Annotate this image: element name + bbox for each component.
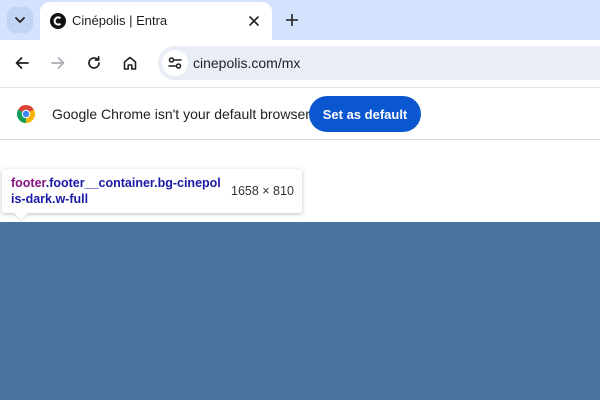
page-content: footer.footer__container.bg-cinepolis-da… [0, 141, 600, 400]
tune-icon [168, 57, 182, 69]
reload-icon [88, 55, 100, 69]
address-bar[interactable]: cinepolis.com/mx [158, 46, 600, 80]
home-icon [123, 56, 137, 70]
infobar-message: Google Chrome isn't your default browser [52, 106, 310, 122]
back-button[interactable] [9, 50, 35, 76]
new-tab-button[interactable] [280, 8, 304, 32]
cinepolis-favicon-icon [50, 13, 66, 29]
url-text[interactable]: cinepolis.com/mx [193, 55, 300, 71]
element-size: 1658 × 810 [231, 184, 294, 198]
tab-search-button[interactable] [7, 7, 33, 33]
browser-toolbar: cinepolis.com/mx [0, 40, 600, 87]
chevron-down-icon [15, 17, 25, 23]
highlighted-footer [0, 222, 600, 400]
reload-button[interactable] [81, 50, 107, 76]
active-tab[interactable]: Cinépolis | Entra [40, 2, 272, 40]
forward-button[interactable] [45, 50, 71, 76]
inspect-tooltip: footer.footer__container.bg-cinepolis-da… [2, 169, 302, 213]
arrow-right-icon [51, 57, 65, 69]
chrome-logo-icon [17, 105, 35, 123]
element-selector: footer.footer__container.bg-cinepolis-da… [11, 175, 223, 207]
plus-icon [286, 14, 298, 26]
close-tab-button[interactable] [244, 11, 264, 31]
element-tag: footer [11, 176, 46, 190]
default-browser-infobar: Google Chrome isn't your default browser… [0, 87, 600, 140]
home-button[interactable] [117, 50, 143, 76]
site-info-button[interactable] [162, 50, 188, 76]
set-as-default-button[interactable]: Set as default [309, 96, 421, 132]
tab-strip: Cinépolis | Entra [0, 0, 600, 40]
arrow-left-icon [15, 57, 29, 69]
close-icon [249, 16, 259, 26]
tab-title: Cinépolis | Entra [72, 13, 168, 28]
